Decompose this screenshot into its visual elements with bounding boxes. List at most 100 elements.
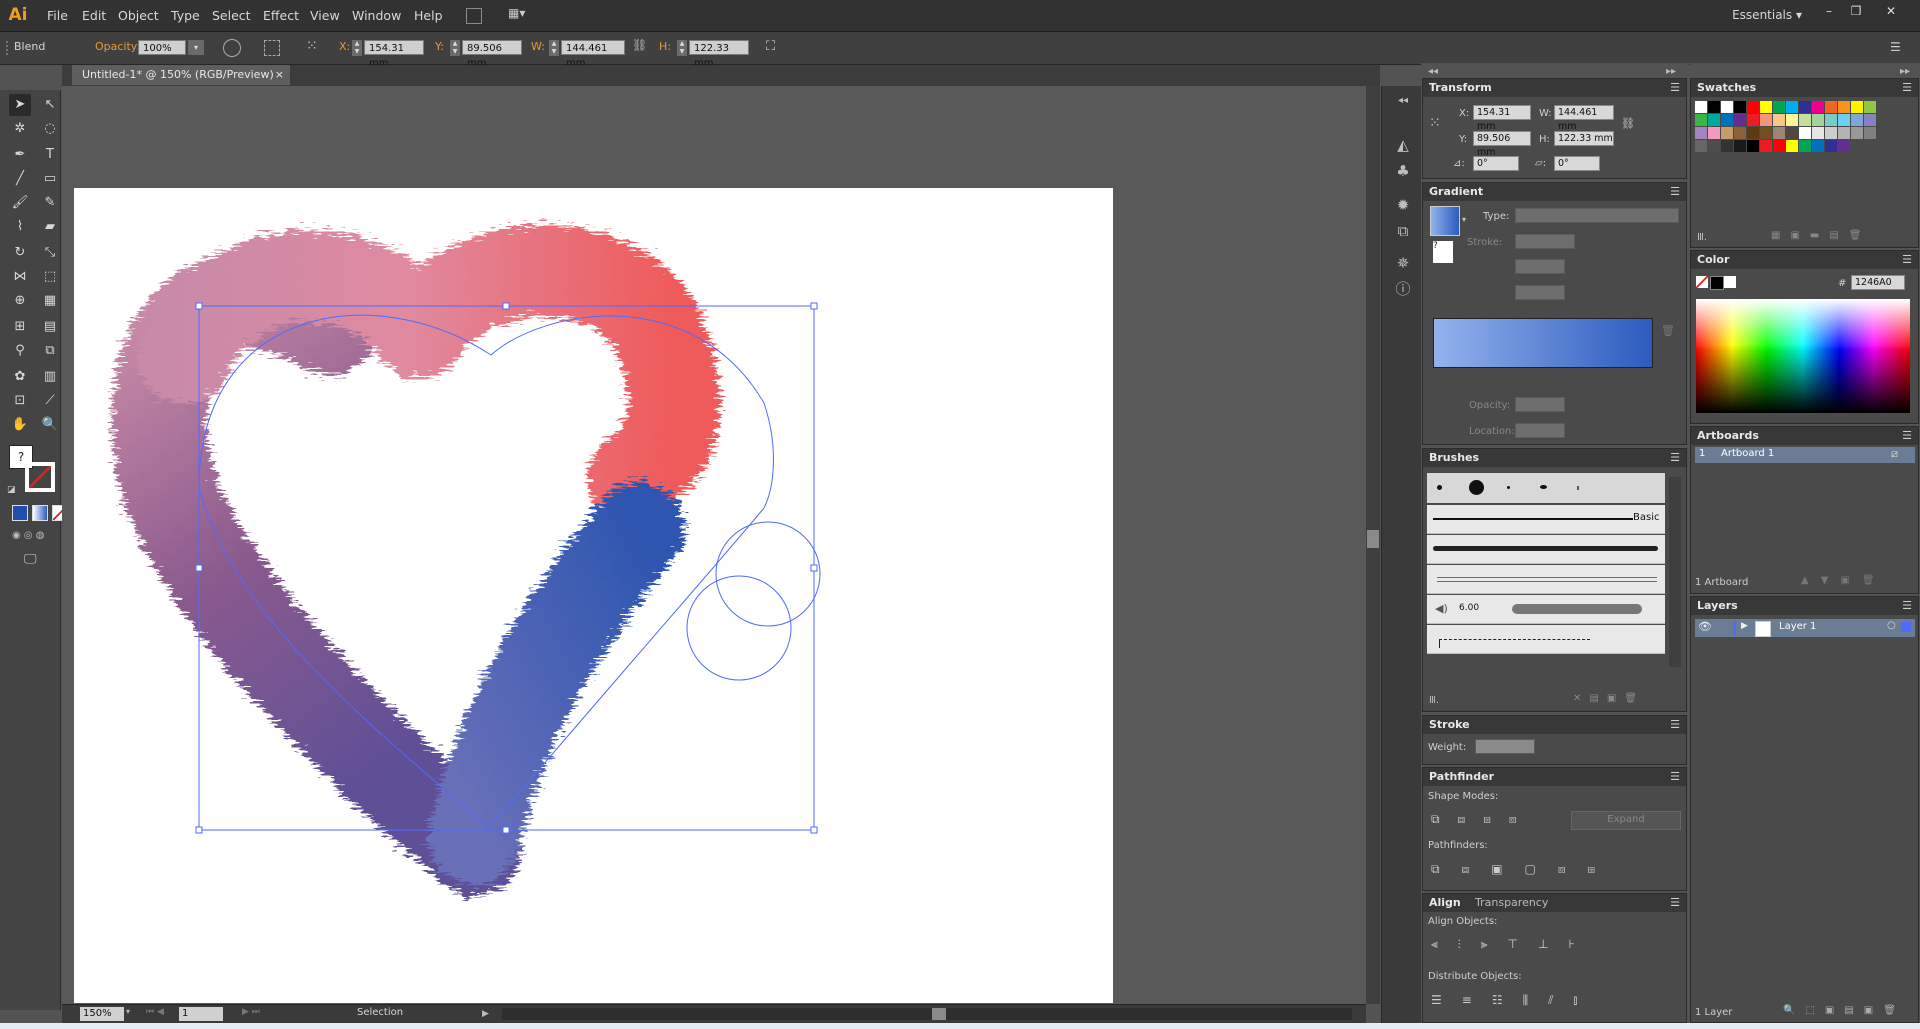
collapse-strip-icon[interactable]: ◂◂ [1392, 90, 1414, 112]
zoom-field[interactable]: 150% [80, 1007, 124, 1021]
restore-button[interactable]: ❐ [1845, 3, 1867, 19]
h-field[interactable]: 122.33 mm [689, 40, 749, 69]
status-menu-arrow[interactable]: ▶ [482, 1009, 492, 1019]
eyedropper-tool-icon[interactable]: ⚲ [9, 340, 31, 362]
constrain-proportions-icon[interactable]: ⛓ [1621, 117, 1635, 133]
transform-y-field[interactable]: 89.506 mm [1473, 131, 1531, 158]
drawing-modes-icon[interactable]: ◉ ◎ ◍ [12, 530, 62, 542]
gradient-stroke-buttons[interactable] [1515, 234, 1575, 249]
swatch[interactable] [1812, 127, 1824, 139]
visibility-eye-icon[interactable]: 👁 [1698, 620, 1712, 633]
gradient-presets-dropdown[interactable]: ▾ [1462, 215, 1466, 224]
panel-menu-icon[interactable]: ☰ [1902, 427, 1912, 445]
w-field[interactable]: 144.461 mm [561, 40, 625, 69]
info-icon[interactable]: ⓘ [1392, 278, 1414, 300]
h-stepper[interactable]: ▲ ▼ [677, 40, 687, 56]
slice-tool-icon[interactable]: ⟋ [39, 390, 61, 412]
lasso-tool-icon[interactable]: ◌ [39, 118, 61, 140]
swatch[interactable] [1747, 140, 1759, 152]
menu-view[interactable]: View [310, 0, 340, 31]
delete-stop-icon[interactable]: 🗑 [1661, 324, 1675, 337]
symbols-icon[interactable]: ♣ [1392, 160, 1414, 182]
x-stepper[interactable]: ▲ ▼ [352, 40, 362, 56]
horizontal-scroll-thumb[interactable] [932, 1008, 946, 1020]
menu-object[interactable]: Object [118, 0, 159, 31]
swatch-libraries-icon[interactable]: Ⅲ. [1697, 232, 1707, 243]
gradient-aspect-field[interactable] [1515, 285, 1565, 300]
swatch[interactable] [1851, 127, 1863, 139]
arrange-documents-icon[interactable]: ▦▾ [508, 6, 530, 22]
swatch[interactable] [1760, 140, 1772, 152]
pen-tool-icon[interactable]: ✒ [9, 144, 31, 166]
artboard-tool-icon[interactable]: ⊡ [9, 390, 31, 412]
column-graph-tool-icon[interactable]: ▥ [39, 366, 61, 388]
control-panel-menu-icon[interactable]: ☰ [1890, 40, 1906, 54]
color-mode-icon[interactable] [12, 505, 28, 521]
vertical-scroll-thumb[interactable] [1367, 530, 1379, 548]
brushes-panel-header[interactable]: Brushes ☰ [1423, 449, 1686, 467]
panel-menu-icon[interactable]: ☰ [1670, 768, 1680, 786]
align-panel-header[interactable]: Align Transparency ☰ [1423, 894, 1686, 912]
bridge-icon[interactable] [466, 8, 482, 24]
artboard-nav-next[interactable]: ▶ ⏭ [242, 1007, 292, 1021]
artboard-options-icon[interactable]: ⧄ [1891, 447, 1898, 461]
swatch-actions-icons[interactable]: ▦▣▬▤🗑 [1771, 230, 1872, 241]
gradient-thumbnail[interactable] [1430, 206, 1460, 236]
selection-tool-icon[interactable]: ➤ [9, 94, 31, 116]
pathfinder-buttons[interactable]: ⧉⧈▣▢⧇⧆ [1431, 862, 1617, 877]
white-color-icon[interactable] [1724, 276, 1736, 288]
gradient-slider[interactable] [1433, 318, 1653, 368]
swatch[interactable] [1825, 101, 1837, 113]
x-field[interactable]: 154.31 mm [364, 40, 424, 69]
w-stepper[interactable]: ▲ ▼ [549, 40, 559, 56]
swatch[interactable] [1695, 127, 1707, 139]
brush-tip-small[interactable] [1437, 485, 1442, 490]
swatch[interactable] [1786, 127, 1798, 139]
document-tab[interactable]: Untitled-1* @ 150% (RGB/Preview) × [72, 65, 290, 85]
zoom-tool-icon[interactable]: 🔍 [39, 414, 61, 436]
swatch[interactable] [1721, 101, 1733, 113]
swatch[interactable] [1695, 140, 1707, 152]
blend-tool-icon[interactable]: ⧉ [39, 340, 61, 362]
reference-point-icon[interactable]: ⁙ [1429, 115, 1447, 133]
hand-tool-icon[interactable]: ✋ [9, 414, 31, 436]
swatch[interactable] [1864, 127, 1876, 139]
zoom-dropdown[interactable]: ▾ [126, 1007, 136, 1021]
shear-field[interactable]: 0° [1554, 156, 1600, 171]
reference-point-icon[interactable]: ⁙ [306, 38, 324, 56]
color-spectrum[interactable] [1696, 299, 1910, 413]
appearance-icon[interactable]: ✹ [1392, 194, 1414, 216]
selection-indicator[interactable] [1901, 622, 1911, 632]
swatch[interactable] [1864, 114, 1876, 126]
target-icon[interactable]: ○ [1887, 620, 1896, 631]
swatch[interactable] [1734, 140, 1746, 152]
swatch[interactable] [1721, 140, 1733, 152]
shape-mode-buttons[interactable]: ⧉⧈⧆⧇ [1431, 812, 1534, 827]
mesh-tool-icon[interactable]: ⊞ [9, 316, 31, 338]
hex-field[interactable]: 1246A0 [1851, 275, 1905, 290]
pencil-tool-icon[interactable]: ✎ [39, 192, 61, 214]
fill-stroke-swatch[interactable]: ? [1433, 241, 1453, 263]
transform-icon[interactable]: ⛶ [766, 39, 782, 55]
line-tool-icon[interactable]: ╱ [9, 168, 31, 190]
swatch[interactable] [1760, 101, 1772, 113]
brush-libraries-icon[interactable]: Ⅲ. [1429, 695, 1439, 706]
swatch[interactable] [1773, 127, 1785, 139]
expand-layer-icon[interactable]: ▶ [1741, 621, 1748, 631]
perspective-grid-tool-icon[interactable]: ▦ [39, 290, 61, 312]
transparency-tab[interactable]: Transparency [1475, 894, 1548, 912]
menu-file[interactable]: File [47, 0, 68, 31]
menu-edit[interactable]: Edit [82, 0, 106, 31]
direct-selection-tool-icon[interactable]: ↖ [39, 94, 61, 116]
symbol-sprayer-tool-icon[interactable]: ✿ [9, 366, 31, 388]
stroke-panel-header[interactable]: Stroke ☰ [1423, 716, 1686, 734]
swatch[interactable] [1838, 127, 1850, 139]
opacity-field[interactable]: 100% [138, 40, 186, 55]
none-color-icon[interactable] [1696, 276, 1708, 288]
swatch[interactable] [1786, 140, 1798, 152]
swatch[interactable] [1838, 114, 1850, 126]
panel-menu-icon[interactable]: ☰ [1902, 79, 1912, 97]
panel-menu-icon[interactable]: ☰ [1902, 597, 1912, 615]
brush-charcoal[interactable] [1427, 535, 1665, 564]
shape-builder-tool-icon[interactable]: ⊕ [9, 290, 31, 312]
